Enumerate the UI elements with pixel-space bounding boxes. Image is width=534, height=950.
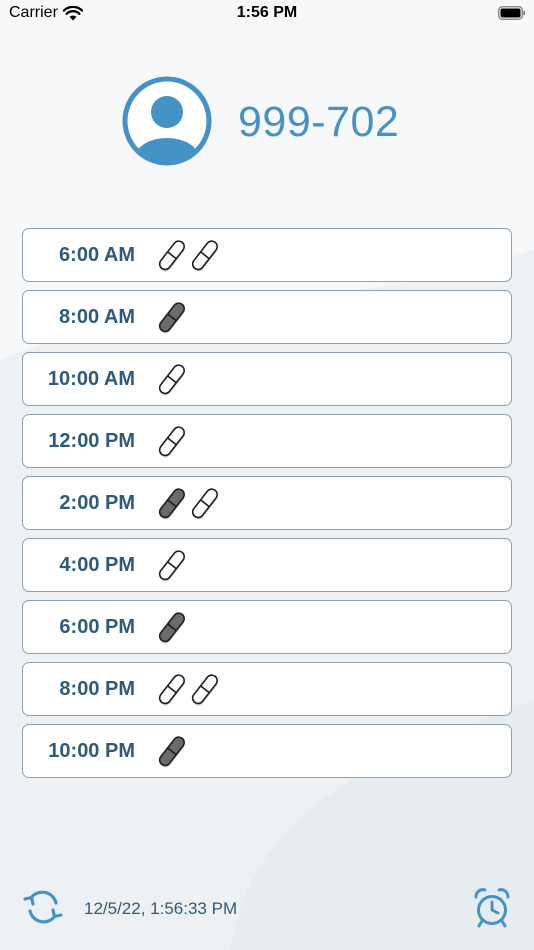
pill-group — [157, 237, 220, 275]
capsule-pill-icon — [158, 426, 185, 458]
footer-bar: 12/5/22, 1:56:33 PM — [0, 880, 534, 940]
dose-row[interactable]: 8:00 AM — [22, 290, 512, 344]
dose-row[interactable]: 10:00 PM — [22, 724, 512, 778]
pill-group — [157, 299, 187, 337]
capsule-pill-icon — [191, 240, 218, 272]
dose-time: 4:00 PM — [59, 554, 135, 576]
patient-header: 999-702 — [0, 76, 534, 168]
capsule-pill-icon — [158, 612, 185, 644]
alarm-clock-icon[interactable] — [472, 885, 512, 929]
dose-time: 10:00 AM — [47, 368, 135, 390]
dose-row[interactable]: 6:00 AM — [22, 228, 512, 282]
dose-row[interactable]: 2:00 PM — [22, 476, 512, 530]
capsule-pill-icon — [191, 488, 218, 520]
dose-time: 2:00 PM — [59, 492, 135, 514]
capsule-pill-icon — [158, 550, 185, 582]
dose-time: 8:00 AM — [59, 306, 135, 328]
dose-row[interactable]: 6:00 PM — [22, 600, 512, 654]
dose-time: 6:00 AM — [59, 244, 135, 266]
capsule-pill-icon — [158, 364, 185, 396]
capsule-pill-icon — [158, 674, 185, 706]
pill-group — [157, 671, 220, 709]
pill-group — [157, 485, 220, 523]
dose-row[interactable]: 8:00 PM — [22, 662, 512, 716]
capsule-pill-icon — [158, 302, 185, 334]
capsule-pill-icon — [158, 240, 185, 272]
dose-row[interactable]: 12:00 PM — [22, 414, 512, 468]
pill-group — [157, 733, 187, 771]
status-time: 1:56 PM — [236, 4, 298, 21]
pill-group — [157, 361, 187, 399]
pill-group — [157, 609, 187, 647]
dose-row[interactable]: 4:00 PM — [22, 538, 512, 592]
user-avatar-icon — [122, 76, 212, 166]
capsule-pill-icon — [191, 674, 218, 706]
battery-icon — [498, 6, 526, 20]
dose-row[interactable]: 10:00 AM — [22, 352, 512, 406]
dose-time: 6:00 PM — [59, 616, 135, 638]
dose-schedule-list: 6:00 AM 8:00 AM 10:00 AM 12:00 PM 2:00 PM 4:0… — [22, 228, 512, 786]
last-updated-timestamp: 12/5/22, 1:56:33 PM — [84, 899, 238, 918]
pill-group — [157, 547, 187, 585]
dose-time: 8:00 PM — [59, 678, 135, 700]
capsule-pill-icon — [158, 736, 185, 768]
patient-id: 999-702 — [238, 98, 400, 146]
status-bar: Carrier 1:56 PM — [0, 0, 534, 30]
capsule-pill-icon — [158, 488, 185, 520]
refresh-icon[interactable] — [22, 886, 64, 928]
dose-time: 12:00 PM — [48, 430, 135, 452]
pill-group — [157, 423, 187, 461]
dose-time: 10:00 PM — [48, 740, 135, 762]
